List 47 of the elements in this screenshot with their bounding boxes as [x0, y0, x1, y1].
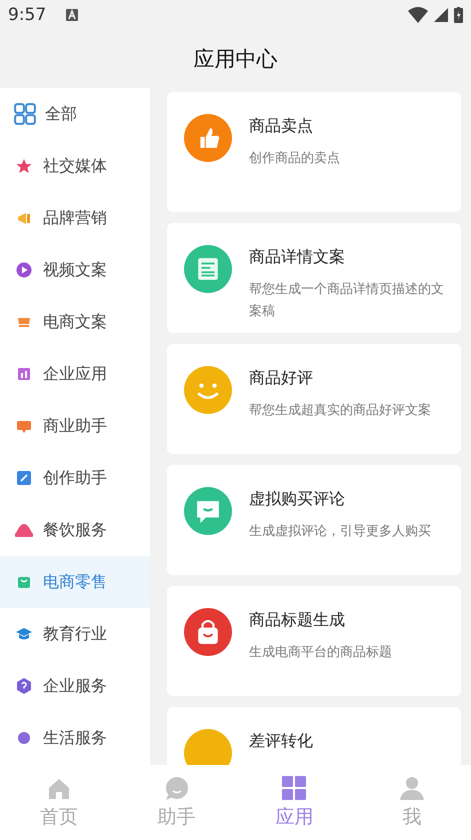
sidebar-item[interactable]: 视频文案	[0, 244, 150, 296]
card-description: 生成虚拟评论，引导更多人购买	[249, 523, 431, 541]
sidebar-item[interactable]: 电商零售	[0, 556, 150, 608]
grid-icon	[280, 775, 308, 801]
card-title: 商品好评	[249, 368, 314, 389]
card-title: 商品卖点	[249, 116, 314, 137]
card-description: 帮您生成一个商品详情页描述的文案稿	[249, 281, 445, 321]
sidebar-item[interactable]: 生活服务	[0, 712, 150, 764]
app-card[interactable]: 商品卖点 创作商品的卖点	[167, 92, 461, 212]
sidebar-item[interactable]: 商业助手	[0, 400, 150, 452]
sidebar-item[interactable]: 品牌营销	[0, 192, 150, 244]
sidebar-item[interactable]: 电商文案	[0, 296, 150, 348]
status-time: 9:57	[8, 5, 46, 25]
shopping-bag-icon	[184, 608, 232, 656]
battery-icon	[454, 7, 463, 23]
app-card[interactable]: 商品标题生成 生成电商平台的商品标题	[167, 586, 461, 696]
app-card[interactable]: 商品好评 帮您生成超真实的商品好评文案	[167, 344, 461, 454]
sidebar-item[interactable]: 全部	[0, 88, 150, 140]
card-title: 商品详情文案	[249, 247, 346, 268]
wifi-icon	[408, 7, 428, 23]
card-title: 差评转化	[249, 731, 313, 752]
card-title: 虚拟购买评论	[249, 489, 346, 510]
question-icon	[14, 676, 34, 696]
card-title: 商品标题生成	[249, 610, 346, 631]
sidebar-item[interactable]: 社交媒体	[0, 140, 150, 192]
thumbs-up-icon	[184, 114, 232, 162]
page-title: 应用中心	[194, 46, 278, 73]
document-icon	[184, 245, 232, 293]
card-description: 创作商品的卖点	[249, 150, 340, 168]
notification-icon	[66, 9, 78, 21]
card-description: 生成电商平台的商品标题	[249, 644, 392, 662]
app-card[interactable]: 商品详情文案 帮您生成一个商品详情页描述的文案稿	[167, 223, 461, 333]
app-card[interactable]: 差评转化	[167, 707, 461, 765]
card-description: 帮您生成超真实的商品好评文案	[249, 402, 431, 420]
edit-icon	[14, 468, 34, 488]
app-card[interactable]: 虚拟购买评论 生成虚拟评论，引导更多人购买	[167, 465, 461, 575]
person-icon	[398, 775, 426, 801]
sidebar-item[interactable]: 企业应用	[0, 348, 150, 400]
smile-icon	[184, 366, 232, 414]
grid-icon	[14, 103, 36, 125]
sidebar-item[interactable]: 餐饮服务	[0, 504, 150, 556]
play-icon	[14, 260, 34, 280]
chat-icon	[184, 487, 232, 535]
signal-icon	[434, 8, 448, 22]
sidebar-item[interactable]: 企业服务	[0, 660, 150, 712]
sidebar-item[interactable]: 教育行业	[0, 608, 150, 660]
sidebar-item[interactable]: 创作助手	[0, 452, 150, 504]
